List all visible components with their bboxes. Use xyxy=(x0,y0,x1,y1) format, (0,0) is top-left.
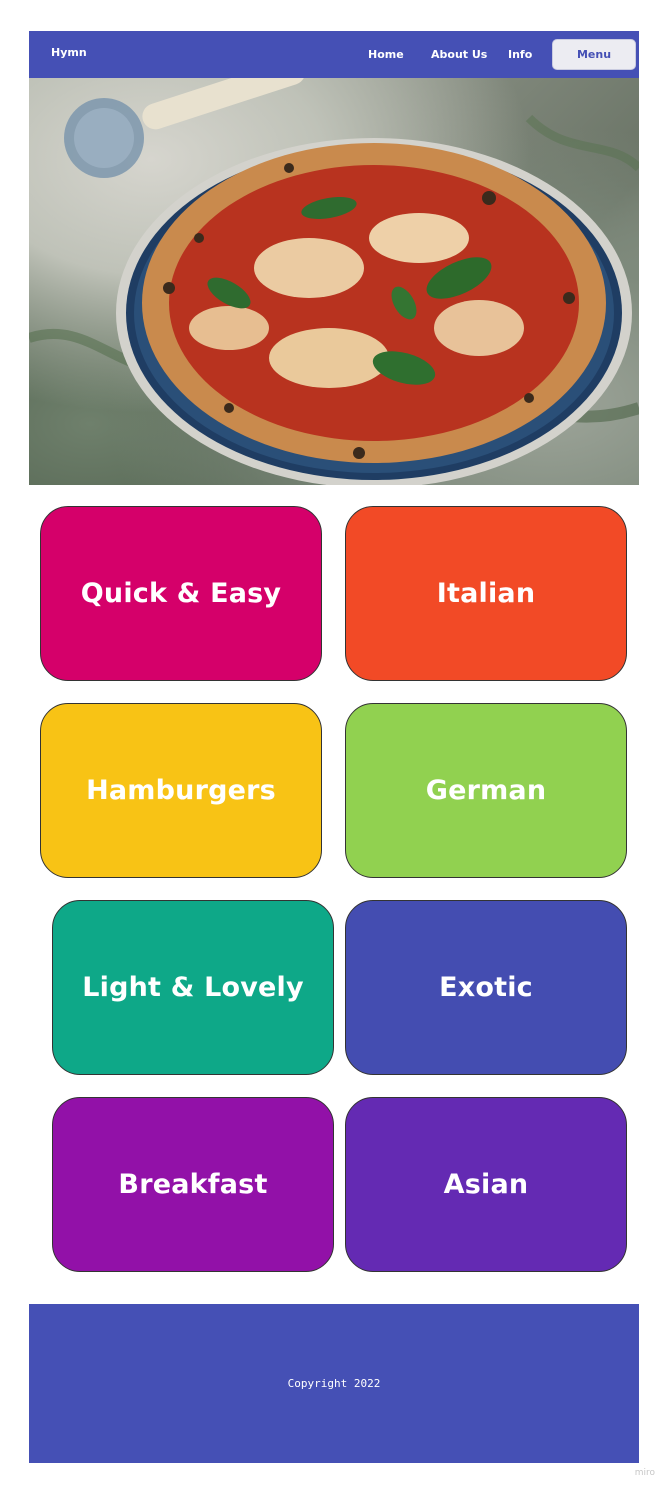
category-label: German xyxy=(425,775,547,806)
hero-pizza-image xyxy=(29,78,639,485)
category-german[interactable]: German xyxy=(345,703,627,878)
category-asian[interactable]: Asian xyxy=(345,1097,627,1272)
nav-link-about-us[interactable]: About Us xyxy=(431,48,487,61)
copyright-text: Copyright 2022 xyxy=(287,1377,381,1390)
category-quick-easy[interactable]: Quick & Easy xyxy=(40,506,322,681)
category-label: Breakfast xyxy=(118,1169,268,1200)
menu-button[interactable]: Menu xyxy=(552,39,636,70)
category-label: Exotic xyxy=(439,972,533,1003)
category-light-lovely[interactable]: Light & Lovely xyxy=(52,900,334,1075)
category-label: Asian xyxy=(443,1169,529,1200)
category-exotic[interactable]: Exotic xyxy=(345,900,627,1075)
brand-logo[interactable]: Hymn xyxy=(51,46,87,59)
top-navbar: Hymn Home About Us Info Menu xyxy=(29,31,639,78)
category-label: Quick & Easy xyxy=(80,578,282,609)
nav-link-info[interactable]: Info xyxy=(508,48,532,61)
nav-link-home[interactable]: Home xyxy=(368,48,404,61)
pizza-photo-icon xyxy=(29,78,639,485)
category-label: Light & Lovely xyxy=(82,972,304,1003)
category-hamburgers[interactable]: Hamburgers xyxy=(40,703,322,878)
category-label: Italian xyxy=(436,578,536,609)
category-breakfast[interactable]: Breakfast xyxy=(52,1097,334,1272)
miro-watermark: miro xyxy=(634,1468,655,1478)
category-label: Hamburgers xyxy=(86,775,276,806)
category-italian[interactable]: Italian xyxy=(345,506,627,681)
page-footer: Copyright 2022 xyxy=(29,1304,639,1463)
